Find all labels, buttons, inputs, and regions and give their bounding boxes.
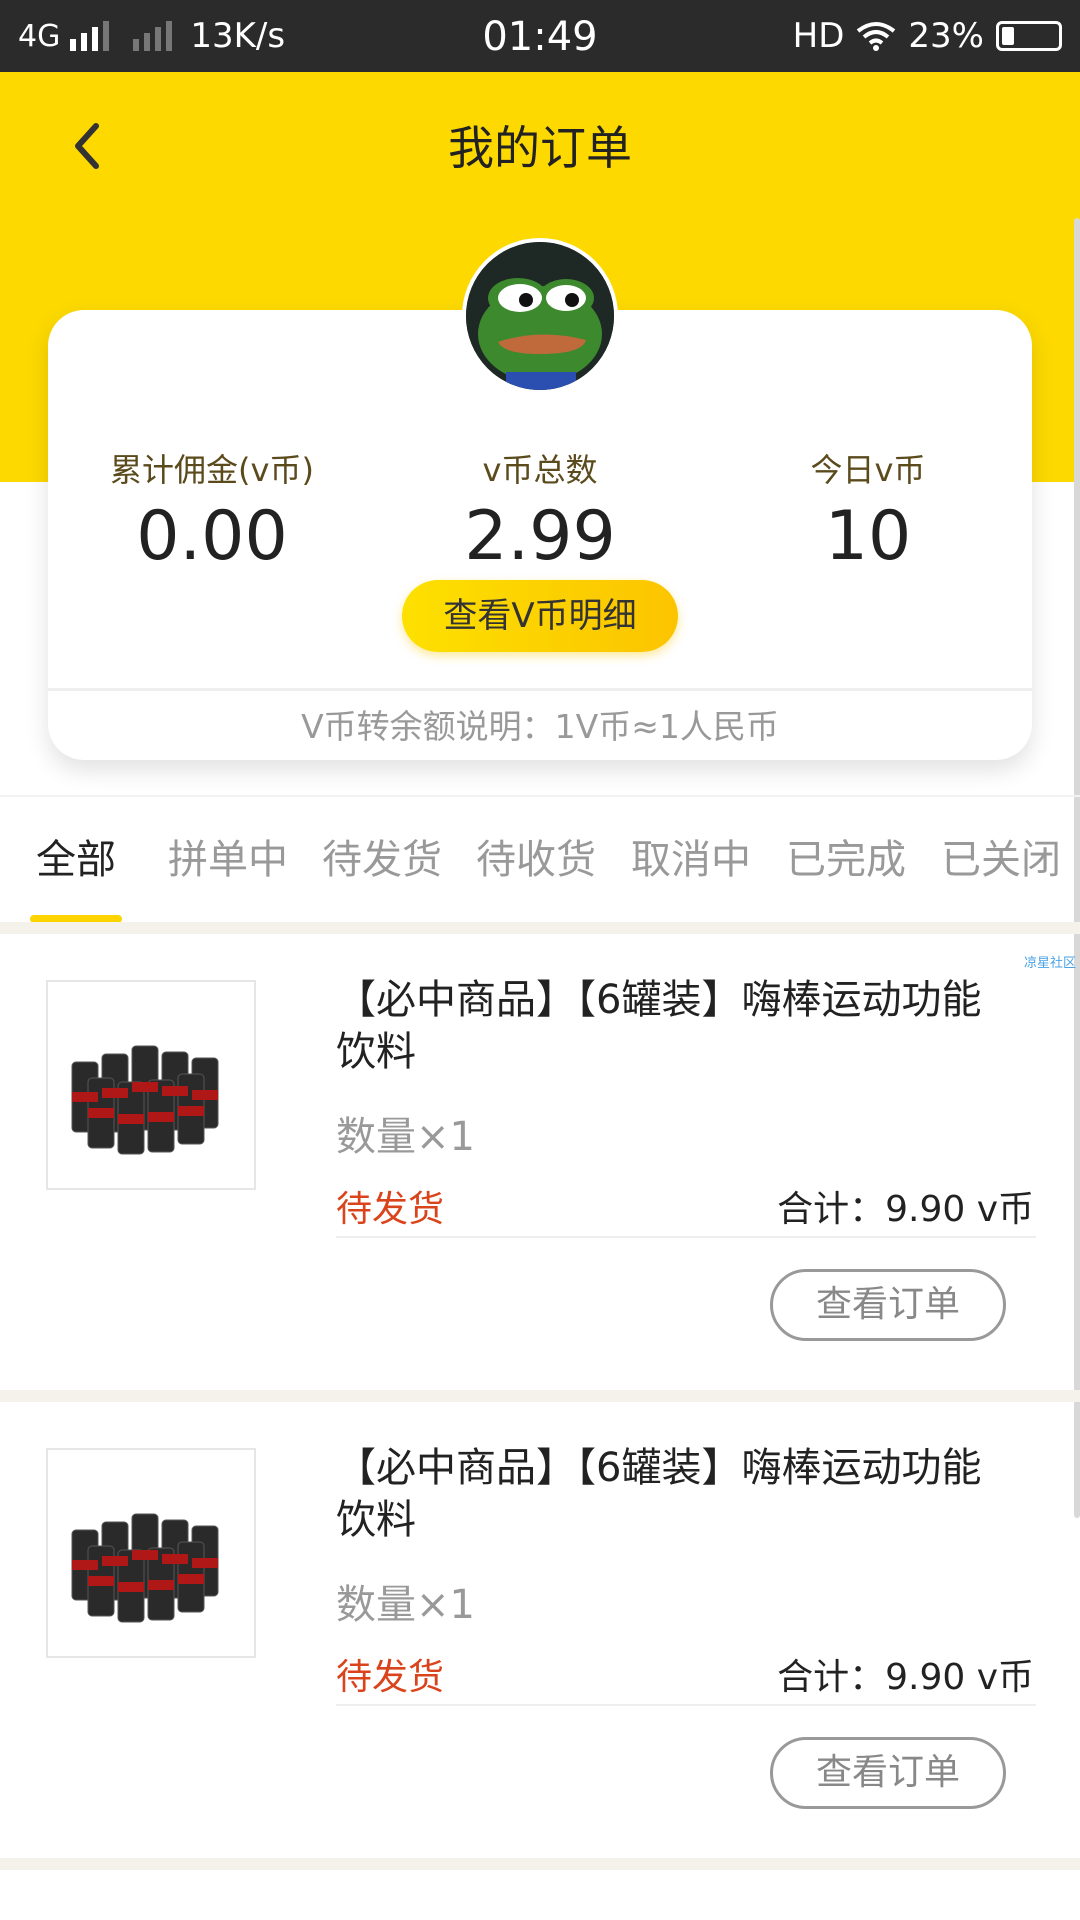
- avatar[interactable]: [462, 238, 618, 394]
- card-divider: [48, 688, 1032, 691]
- stat-label: 累计佣金(v币): [110, 451, 314, 489]
- order-separator: [0, 1390, 1080, 1402]
- frog-avatar-image: [466, 242, 614, 390]
- order-divider: [336, 1236, 1036, 1238]
- view-order-button[interactable]: 查看订单: [770, 1737, 1006, 1809]
- order-tabs: 全部 拼单中 待发货 待收货 取消中 已完成 已关闭: [0, 795, 1080, 927]
- status-bar: 4G 13K/s 01:49 HD 23%: [0, 0, 1080, 72]
- order-status: 待发货: [336, 1189, 445, 1230]
- battery-percent: 23%: [908, 16, 984, 56]
- product-thumbnail[interactable]: [46, 980, 256, 1190]
- stat-value: 10: [824, 497, 912, 576]
- tab-cancelling[interactable]: 取消中: [631, 827, 751, 885]
- tab-all[interactable]: 全部: [36, 827, 116, 885]
- order-total: 合计：9.90 v币: [777, 1657, 1034, 1698]
- tab-to-ship[interactable]: 待发货: [322, 827, 442, 885]
- order-quantity: 数量×1: [336, 1582, 475, 1628]
- tab-to-receive[interactable]: 待收货: [476, 827, 596, 885]
- stat-today-coins: 今日v币 10: [704, 445, 1032, 576]
- stat-value: 2.99: [464, 497, 616, 576]
- view-coin-detail-button[interactable]: 查看V币明细: [402, 580, 678, 652]
- product-title[interactable]: 【必中商品】【6罐装】嗨棒运动功能饮料: [336, 1442, 1016, 1546]
- order-card: 【必中商品】【6罐装】嗨棒运动功能饮料 数量×1 待发货 合计：9.90 v币 …: [0, 934, 1080, 1394]
- hd-indicator: HD: [792, 16, 845, 56]
- stat-commission: 累计佣金(v币) 0.00: [48, 445, 376, 576]
- tab-closed[interactable]: 已关闭: [941, 827, 1061, 885]
- order-separator: [0, 1858, 1080, 1870]
- section-divider: [0, 922, 1080, 934]
- page-title: 我的订单: [448, 121, 632, 175]
- battery-icon: [996, 21, 1062, 51]
- status-right: HD 23%: [793, 16, 1062, 56]
- stat-value: 0.00: [136, 497, 288, 576]
- wifi-icon: [857, 22, 896, 51]
- tab-group-buying[interactable]: 拼单中: [168, 827, 288, 885]
- tab-completed[interactable]: 已完成: [786, 827, 906, 885]
- stats-row: 累计佣金(v币) 0.00 v币总数 2.99 今日v币 10: [48, 445, 1032, 576]
- product-thumbnail[interactable]: [46, 1448, 256, 1658]
- order-total: 合计：9.90 v币: [777, 1189, 1034, 1230]
- order-divider: [336, 1704, 1036, 1706]
- order-quantity: 数量×1: [336, 1114, 475, 1160]
- battery-fill: [1002, 27, 1014, 45]
- drink-cans-image: [71, 1513, 219, 1623]
- order-status: 待发货: [336, 1657, 445, 1698]
- order-card: 【必中商品】【6罐装】嗨棒运动功能饮料 数量×1 待发货 合计：9.90 v币 …: [0, 1402, 1080, 1862]
- drink-cans-image: [71, 1045, 219, 1155]
- stat-label: 今日v币: [810, 451, 926, 489]
- stat-total-coins: v币总数 2.99: [376, 445, 704, 576]
- exchange-note: V币转余额说明：1V币≈1人民币: [301, 707, 779, 746]
- stat-label: v币总数: [482, 451, 598, 489]
- view-order-button[interactable]: 查看订单: [770, 1269, 1006, 1341]
- product-title[interactable]: 【必中商品】【6罐装】嗨棒运动功能饮料: [336, 974, 1016, 1078]
